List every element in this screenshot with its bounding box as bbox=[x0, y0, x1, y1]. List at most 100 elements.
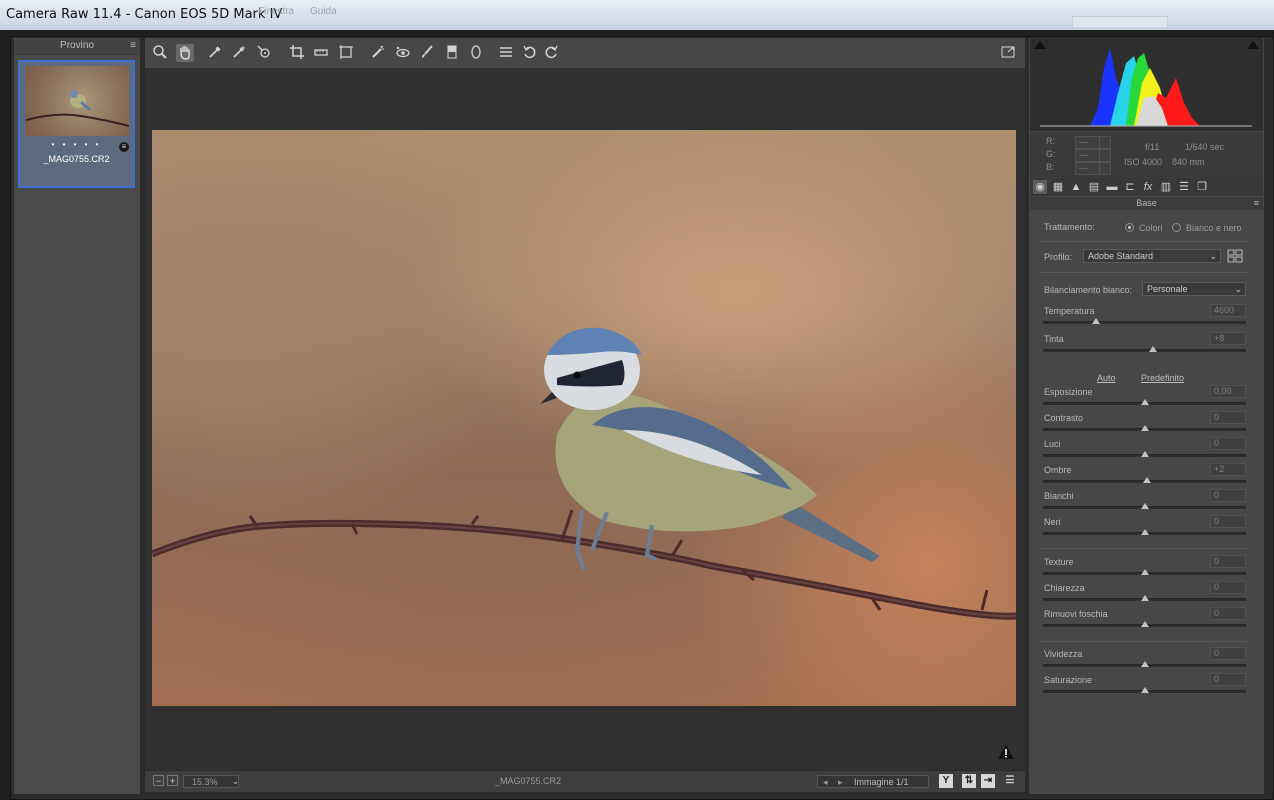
presets-tab-icon[interactable]: ☰ bbox=[1177, 180, 1191, 194]
bianchi-slider-thumb[interactable] bbox=[1140, 503, 1149, 509]
temperatura-slider-thumb[interactable] bbox=[1091, 318, 1100, 324]
ombre-slider[interactable] bbox=[1043, 477, 1246, 483]
effects-tab-icon[interactable]: fx bbox=[1141, 180, 1155, 194]
color-sampler-tool-icon[interactable] bbox=[230, 44, 248, 62]
luci-slider-thumb[interactable] bbox=[1140, 451, 1149, 457]
neri-value-field[interactable]: 0 bbox=[1210, 515, 1246, 528]
luci-slider[interactable] bbox=[1043, 451, 1246, 457]
snapshots-tab-icon[interactable]: ❐ bbox=[1195, 180, 1209, 194]
texture-slider-thumb[interactable] bbox=[1140, 569, 1149, 575]
iso: ISO 4000 bbox=[1124, 157, 1163, 167]
chiarezza-slider[interactable] bbox=[1043, 595, 1246, 601]
tone-curve-tab-icon[interactable]: ▦ bbox=[1051, 180, 1065, 194]
tinta-slider-thumb[interactable] bbox=[1148, 346, 1157, 352]
vividezza-slider-thumb[interactable] bbox=[1140, 661, 1149, 667]
menu-guida[interactable]: Guida bbox=[310, 6, 337, 17]
straighten-tool-icon[interactable] bbox=[312, 44, 330, 62]
esposizione-slider[interactable] bbox=[1043, 399, 1246, 405]
before-after-button[interactable]: Y bbox=[939, 774, 953, 788]
white-balance-tool-icon[interactable] bbox=[206, 44, 224, 62]
esposizione-value-field[interactable]: 0,00 bbox=[1210, 385, 1246, 398]
contrasto-slider[interactable] bbox=[1043, 425, 1246, 431]
saturazione-slider[interactable] bbox=[1043, 687, 1246, 693]
filmstrip-menu-icon[interactable]: ≡ bbox=[130, 38, 136, 54]
rimuovi-foschia-slider-thumb[interactable] bbox=[1140, 621, 1149, 627]
zoom-in-button[interactable]: + bbox=[167, 775, 178, 786]
warning-icon[interactable] bbox=[997, 744, 1015, 760]
copy-settings-icon[interactable]: ⇥ bbox=[981, 774, 995, 788]
profilo-dropdown[interactable]: Adobe Standard ⌄ bbox=[1083, 249, 1221, 263]
detail-tab-icon[interactable]: ▲ bbox=[1069, 180, 1083, 194]
texture-value-field[interactable]: 0 bbox=[1210, 555, 1246, 568]
lens-corrections-tab-icon[interactable]: ⊏ bbox=[1123, 180, 1137, 194]
next-image-icon[interactable]: ▸ bbox=[838, 776, 843, 788]
info-divider bbox=[1099, 136, 1100, 174]
fullscreen-icon[interactable] bbox=[999, 44, 1017, 62]
ombre-value-field[interactable]: +2 bbox=[1210, 463, 1246, 476]
zoom-dropdown-icon[interactable]: ⌄ bbox=[230, 775, 241, 788]
neri-slider-thumb[interactable] bbox=[1140, 529, 1149, 535]
zoom-out-button[interactable]: − bbox=[153, 775, 164, 786]
split-toning-tab-icon[interactable]: ▬ bbox=[1105, 180, 1119, 194]
vividezza-value-field[interactable]: 0 bbox=[1210, 647, 1246, 660]
targeted-adjustment-tool-icon[interactable] bbox=[255, 44, 273, 62]
spot-removal-tool-icon[interactable] bbox=[369, 44, 387, 62]
rotate-left-icon[interactable] bbox=[521, 44, 539, 62]
saturazione-slider-thumb[interactable] bbox=[1140, 687, 1149, 693]
default-link[interactable]: Predefinito bbox=[1141, 373, 1184, 383]
chiarezza-value-field[interactable]: 0 bbox=[1210, 581, 1246, 594]
bird-photo-illustration bbox=[152, 327, 1016, 620]
image-preview-area[interactable] bbox=[145, 68, 1025, 770]
contrasto-slider-thumb[interactable] bbox=[1140, 425, 1149, 431]
saturazione-value-field[interactable]: 0 bbox=[1210, 673, 1246, 686]
basic-tab-icon[interactable]: ◉ bbox=[1033, 180, 1047, 194]
tinta-value-field[interactable]: +8 bbox=[1210, 332, 1246, 345]
texture-slider[interactable] bbox=[1043, 569, 1246, 575]
radio-bianco-nero-label[interactable]: Bianco e nero bbox=[1186, 223, 1242, 233]
hand-tool-icon[interactable] bbox=[176, 44, 194, 62]
preferences-icon[interactable] bbox=[497, 44, 515, 62]
bianchi-value-field[interactable]: 0 bbox=[1210, 489, 1246, 502]
toolbar bbox=[145, 38, 1025, 68]
temperatura-value-field[interactable]: 4600 bbox=[1210, 304, 1246, 317]
radio-colori[interactable] bbox=[1125, 223, 1134, 232]
contrasto-value-field[interactable]: 0 bbox=[1210, 411, 1246, 424]
temperatura-slider[interactable] bbox=[1043, 318, 1246, 324]
transform-tool-icon[interactable] bbox=[337, 44, 355, 62]
menu-finestra[interactable]: Finestra bbox=[258, 6, 294, 17]
chiarezza-slider-thumb[interactable] bbox=[1140, 595, 1149, 601]
calibration-tab-icon[interactable]: ▥ bbox=[1159, 180, 1173, 194]
profile-browser-icon[interactable] bbox=[1227, 249, 1243, 263]
adjustment-brush-icon[interactable] bbox=[418, 44, 436, 62]
graduated-filter-icon[interactable] bbox=[443, 44, 461, 62]
radio-bianco-nero[interactable] bbox=[1172, 223, 1181, 232]
rimuovi-foschia-value-field[interactable]: 0 bbox=[1210, 607, 1246, 620]
section-menu-icon[interactable]: ≡ bbox=[1254, 197, 1259, 210]
previous-image-icon[interactable]: ◂ bbox=[823, 776, 828, 788]
neri-slider[interactable] bbox=[1043, 529, 1246, 535]
esposizione-slider-thumb[interactable] bbox=[1140, 399, 1149, 405]
radial-filter-icon[interactable] bbox=[467, 44, 485, 62]
ombre-slider-thumb[interactable] bbox=[1142, 477, 1151, 483]
red-eye-tool-icon[interactable] bbox=[394, 44, 412, 62]
radio-colori-label[interactable]: Colori bbox=[1139, 223, 1163, 233]
rimuovi-foschia-slider[interactable] bbox=[1043, 621, 1246, 627]
swap-before-after-icon[interactable]: ⇅ bbox=[962, 774, 976, 788]
luci-value-field[interactable]: 0 bbox=[1210, 437, 1246, 450]
crop-tool-icon[interactable] bbox=[288, 44, 306, 62]
thumbnail-rating[interactable]: • • • • • bbox=[20, 140, 133, 149]
view-settings-icon[interactable]: ☰ bbox=[1003, 774, 1017, 788]
wb-dropdown[interactable]: Personale ⌄ bbox=[1142, 282, 1246, 296]
vividezza-slider[interactable] bbox=[1043, 661, 1246, 667]
bianchi-slider[interactable] bbox=[1043, 503, 1246, 509]
tinta-slider[interactable] bbox=[1043, 346, 1246, 352]
vividezza-label: Vividezza bbox=[1044, 649, 1083, 659]
zoom-tool-icon[interactable] bbox=[151, 44, 169, 62]
filmstrip-thumbnail[interactable]: • • • • • ≡ _MAG0755.CR2 bbox=[18, 60, 135, 188]
rotate-right-icon[interactable] bbox=[542, 44, 560, 62]
luci-label: Luci bbox=[1044, 439, 1061, 449]
photo-preview[interactable] bbox=[152, 130, 1016, 706]
auto-link[interactable]: Auto bbox=[1097, 373, 1116, 383]
hsl-tab-icon[interactable]: ▤ bbox=[1087, 180, 1101, 194]
thumbnail-settings-badge-icon: ≡ bbox=[119, 142, 129, 152]
